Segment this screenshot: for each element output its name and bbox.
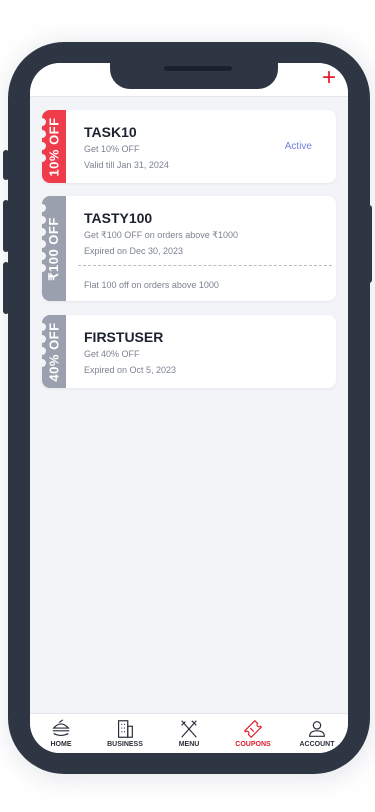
nav-label: COUPONS <box>235 741 271 748</box>
coupon-description: Get 40% OFF <box>84 349 140 359</box>
coupon-validity: Expired on Oct 5, 2023 <box>84 365 177 375</box>
coupon-code: TASTY100 <box>84 210 153 226</box>
coupon-code: TASK10 <box>84 124 137 140</box>
coupon-ribbon: ₹100 OFF <box>38 196 66 301</box>
coupon-description: Get ₹100 OFF on orders above ₹1000 <box>84 230 239 240</box>
nav-label: HOME <box>50 741 72 748</box>
nav-item-menu[interactable]: MENU <box>160 718 218 748</box>
coupon-card-task10[interactable]: 10% OFF TASK10 Get 10% OFF Valid till Ja… <box>38 110 336 183</box>
nav-label: BUSINESS <box>107 741 143 748</box>
coupon-description: Get 10% OFF <box>84 144 140 154</box>
speaker-grille <box>164 66 232 71</box>
power-button <box>366 205 372 283</box>
coupon-card-tasty100[interactable]: ₹100 OFF TASTY100 Get ₹100 OFF on orders… <box>38 196 336 301</box>
mute-switch <box>3 150 9 180</box>
ribbon-label: ₹100 OFF <box>46 216 61 281</box>
status-badge: Active <box>284 141 312 152</box>
coupon-validity: Valid till Jan 31, 2024 <box>84 160 169 170</box>
nav-item-business[interactable]: BUSINESS <box>96 718 154 748</box>
coupon-ribbon: 40% OFF <box>38 315 66 388</box>
building-icon <box>117 720 133 738</box>
ticket-icon <box>243 719 263 739</box>
dashed-divider <box>78 265 332 266</box>
coupon-note: Flat 100 off on orders above 1000 <box>84 280 219 290</box>
volume-down-button <box>3 262 9 314</box>
nav-item-account[interactable]: ACCOUNT <box>288 718 346 748</box>
burger-icon <box>52 719 70 737</box>
fork-knife-icon <box>181 720 197 738</box>
coupon-card-firstuser[interactable]: 40% OFF FIRSTUSER Get 40% OFF Expired on… <box>38 315 336 388</box>
user-icon <box>309 721 325 737</box>
volume-up-button <box>3 200 9 252</box>
app-screen: + 10% OFF TASK10 Get 10% OFF Valid till … <box>30 63 348 753</box>
coupon-validity: Expired on Dec 30, 2023 <box>84 246 184 256</box>
ribbon-label: 40% OFF <box>46 321 62 382</box>
nav-item-home[interactable]: HOME <box>32 718 90 748</box>
nav-label: ACCOUNT <box>299 741 335 748</box>
coupon-ribbon: 10% OFF <box>38 110 66 183</box>
ribbon-label: 10% OFF <box>46 116 62 177</box>
bottom-nav: HOME BUSINESS MENU COUPONS ACCOUNT <box>30 713 348 753</box>
plus-icon[interactable]: + <box>320 66 338 90</box>
nav-label: MENU <box>178 741 200 748</box>
nav-item-coupons[interactable]: COUPONS <box>224 718 282 748</box>
coupon-code: FIRSTUSER <box>84 329 164 345</box>
